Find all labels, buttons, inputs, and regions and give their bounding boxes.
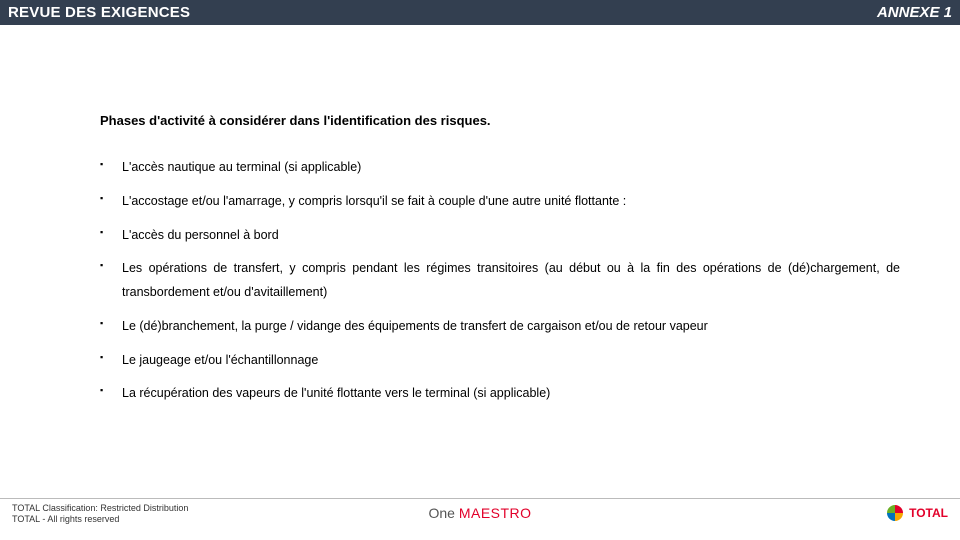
- footer-classification: TOTAL Classification: Restricted Distrib…: [12, 503, 188, 525]
- list-item: Les opérations de transfert, y compris p…: [100, 257, 900, 305]
- classification-line: TOTAL Classification: Restricted Distrib…: [12, 503, 188, 514]
- annex-label: ANNEXE 1: [877, 4, 952, 21]
- list-item: Le jaugeage et/ou l'échantillonnage: [100, 349, 900, 373]
- brand-center: One MAESTRO: [428, 505, 531, 521]
- risk-list: L'accès nautique au terminal (si applica…: [100, 156, 900, 406]
- list-item: L'accostage et/ou l'amarrage, y compris …: [100, 190, 900, 214]
- footer-logo-block: TOTAL: [887, 503, 948, 521]
- rights-line: TOTAL - All rights reserved: [12, 514, 188, 525]
- list-item: L'accès nautique au terminal (si applica…: [100, 156, 900, 180]
- page-title: REVUE DES EXIGENCES: [8, 4, 190, 21]
- brand-one: One: [428, 505, 454, 521]
- header-bar: REVUE DES EXIGENCES ANNEXE 1: [0, 0, 960, 25]
- list-item: La récupération des vapeurs de l'unité f…: [100, 382, 900, 406]
- list-item: L'accès du personnel à bord: [100, 224, 900, 248]
- section-subtitle: Phases d'activité à considérer dans l'id…: [100, 113, 900, 128]
- footer: TOTAL Classification: Restricted Distrib…: [0, 498, 960, 540]
- brand-maestro: MAESTRO: [459, 505, 532, 521]
- total-logo-icon: [887, 505, 903, 521]
- rights-text: TOTAL - All rights reserved: [12, 514, 119, 524]
- content-area: Phases d'activité à considérer dans l'id…: [0, 25, 960, 406]
- total-logo-text: TOTAL: [909, 506, 948, 520]
- list-item: Le (dé)branchement, la purge / vidange d…: [100, 315, 900, 339]
